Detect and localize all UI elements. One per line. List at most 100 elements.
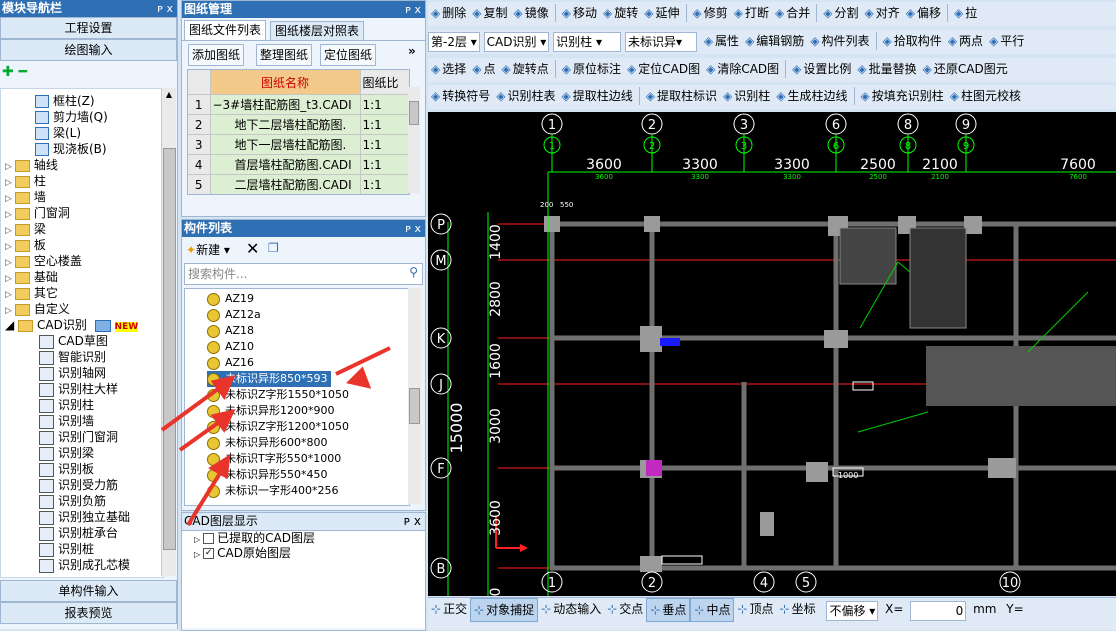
edit-tool-button[interactable]: ◈ 拉 <box>951 2 980 24</box>
collapse-expand-icons[interactable]: ✚ ━ <box>2 64 27 80</box>
component-tool-button[interactable]: ◈ 拾取构件 <box>880 30 945 52</box>
cad-tool-button[interactable]: ◈ 设置比例 <box>789 58 854 80</box>
tree-folder[interactable]: ▷ 其它 <box>5 285 58 301</box>
drawing-svg[interactable]: 1122336688993600360033003300330033002500… <box>428 112 1116 596</box>
type-select[interactable]: 识别柱 ▾ <box>553 32 622 52</box>
scroll-thumb[interactable] <box>409 388 420 424</box>
drawing-ratio-cell[interactable]: 1:1 <box>360 114 409 135</box>
drawing-name-cell[interactable]: 地下二层墙柱配筋图. <box>210 114 361 135</box>
expand-icon[interactable]: ▷ <box>5 226 12 236</box>
edit-tool-button[interactable]: ◈ 合并 <box>772 2 813 24</box>
cad-tool-button[interactable]: ◈ 定位CAD图 <box>624 58 703 80</box>
component-list-item[interactable]: AZ16 <box>207 355 257 371</box>
copy-icon[interactable]: ❐ <box>268 241 279 255</box>
cad-tree-item[interactable]: 识别梁 <box>39 445 94 461</box>
locate-drawing-button[interactable]: 定位图纸 <box>320 44 377 66</box>
expand-icon[interactable]: ▷ <box>5 162 12 172</box>
tree-folder[interactable]: ▷ 空心楼盖 <box>5 253 82 269</box>
status-toggle-button[interactable]: ⊹ 正交 <box>428 598 470 620</box>
drawing-name-cell[interactable]: −3#墙柱配筋图_t3.CADI <box>210 94 361 115</box>
status-toggle-button[interactable]: ⊹ 对象捕捉 <box>470 598 539 622</box>
cad-tree-item[interactable]: 智能识别 <box>39 349 106 365</box>
table-row[interactable]: 3 地下一层墙柱配筋图. 1:1 <box>188 134 409 155</box>
column-tool-button[interactable]: ◈ 识别柱表 <box>493 85 558 107</box>
drawing-name-cell[interactable]: 首层墙柱配筋图.CADI <box>210 154 361 175</box>
new-component-button[interactable]: ✦新建 ▾ <box>186 241 230 258</box>
status-toggle-button[interactable]: ⊹ 垂点 <box>646 598 691 622</box>
component-list-item[interactable]: 未标识一字形400*256 <box>207 483 342 499</box>
component-list-item[interactable]: AZ12a <box>207 307 264 323</box>
panel-pin-close[interactable]: ᴘ x <box>157 0 173 17</box>
cad-tree-item[interactable]: 识别桩 <box>39 541 94 557</box>
cad-tool-button[interactable]: ◈ 批量替换 <box>854 58 919 80</box>
cad-tree-item[interactable]: 识别桩承台 <box>39 525 118 541</box>
scroll-up-icon[interactable]: ▲ <box>162 88 176 102</box>
tree-folder[interactable]: ▷ 门窗洞 <box>5 205 70 221</box>
more-button[interactable]: » <box>408 44 416 58</box>
expand-icon[interactable]: − <box>213 98 223 112</box>
cad-canvas[interactable]: 1122336688993600360033003300330033002500… <box>428 112 1116 596</box>
offset-select[interactable]: 不偏移 ▾ <box>826 601 879 621</box>
component-tool-button[interactable]: ◈ 构件列表 <box>807 30 872 52</box>
edit-tool-button[interactable]: ◈ 移动 <box>559 2 600 24</box>
component-list-item[interactable]: 未标识T字形550*1000 <box>207 451 344 467</box>
scroll-thumb[interactable] <box>163 148 176 550</box>
component-select[interactable]: 未标识异▾ <box>624 32 697 52</box>
report-preview-button[interactable]: 报表预览 <box>0 602 177 624</box>
tree-folder[interactable]: ▷ 柱 <box>5 173 46 189</box>
tree-folder[interactable]: ▷ 基础 <box>5 269 58 285</box>
add-drawing-button[interactable]: 添加图纸 <box>188 44 245 66</box>
expand-icon[interactable]: ▷ <box>194 550 200 559</box>
component-list-item[interactable]: AZ19 <box>207 291 257 307</box>
panel-pin-close[interactable]: ᴘ x <box>405 220 421 237</box>
edit-tool-button[interactable]: ◈ 修剪 <box>690 2 731 24</box>
expand-icon[interactable]: ▷ <box>5 258 12 268</box>
cad-recognition-folder[interactable]: ◢ CAD识别 NEW <box>5 317 139 333</box>
component-list-item[interactable]: 未标识异形550*450 <box>207 467 331 483</box>
status-toggle-button[interactable]: ⊹ 交点 <box>604 598 646 620</box>
drawing-input-button[interactable]: 绘图输入 <box>0 39 177 61</box>
tree-item[interactable]: 框柱(Z) <box>35 93 95 109</box>
component-scrollbar[interactable] <box>408 288 421 504</box>
status-toggle-button[interactable]: ⊹ 坐标 <box>777 598 819 620</box>
cad-tree-item[interactable]: 识别负筋 <box>39 493 106 509</box>
component-tool-button[interactable]: ◈ 平行 <box>986 30 1027 52</box>
cad-tool-button[interactable]: ◈ 原位标注 <box>559 58 624 80</box>
panel-pin-close[interactable]: ᴘ x <box>405 1 421 18</box>
component-search-input[interactable]: 搜索构件... ⚲ <box>184 263 423 285</box>
mode-select[interactable]: CAD识别 ▾ <box>483 32 550 52</box>
edit-tool-button[interactable]: ◈ 对齐 <box>862 2 903 24</box>
cad-tree-item[interactable]: 识别墙 <box>39 413 94 429</box>
table-row[interactable]: 5 二层墙柱配筋图.CADI 1:1 <box>188 174 409 194</box>
component-tool-button[interactable]: ◈ 属性 <box>701 30 742 52</box>
expand-icon[interactable]: ▷ <box>5 210 12 220</box>
component-list-item[interactable]: 未标识异形600*800 <box>207 435 331 451</box>
drawing-ratio-cell[interactable]: 1:1 <box>360 134 409 155</box>
cad-tool-button[interactable]: ◈ 清除CAD图 <box>703 58 782 80</box>
col-header-name[interactable]: 图纸名称 <box>210 70 361 95</box>
cad-tool-button[interactable]: ◈ 还原CAD图元 <box>920 58 1011 80</box>
cad-tree-item[interactable]: 识别轴网 <box>39 365 106 381</box>
status-toggle-button[interactable]: ⊹ 顶点 <box>734 598 776 620</box>
cad-tree-item[interactable]: 识别成孔芯模 <box>39 557 130 573</box>
single-component-input-button[interactable]: 单构件输入 <box>0 580 177 602</box>
drawing-ratio-cell[interactable]: 1:1 <box>360 94 409 115</box>
x-input[interactable]: 0 <box>910 601 967 621</box>
edit-tool-button[interactable]: ◈ 打断 <box>731 2 772 24</box>
cad-tool-button[interactable]: ◈ 点 <box>469 58 498 80</box>
project-settings-button[interactable]: 工程设置 <box>0 17 177 39</box>
tree-folder[interactable]: ▷ 墙 <box>5 189 46 205</box>
drawing-ratio-cell[interactable]: 1:1 <box>360 154 409 175</box>
column-tool-button[interactable]: ◈ 提取柱边线 <box>559 85 636 107</box>
component-list-item[interactable]: 未标识异形1200*900 <box>207 403 338 419</box>
col-header-ratio[interactable]: 图纸比 <box>360 70 409 95</box>
tree-item[interactable]: 现浇板(B) <box>35 141 107 157</box>
column-tool-button[interactable]: ◈ 提取柱标识 <box>643 85 720 107</box>
component-tool-button[interactable]: ◈ 编辑钢筋 <box>742 30 807 52</box>
edit-tool-button[interactable]: ◈ 复制 <box>469 2 510 24</box>
component-tool-button[interactable]: ◈ 两点 <box>945 30 986 52</box>
cad-tool-button[interactable]: ◈ 选择 <box>428 58 469 80</box>
expand-icon[interactable]: ▷ <box>5 274 12 284</box>
table-row[interactable]: 4 首层墙柱配筋图.CADI 1:1 <box>188 154 409 175</box>
edit-tool-button[interactable]: ◈ 旋转 <box>600 2 641 24</box>
